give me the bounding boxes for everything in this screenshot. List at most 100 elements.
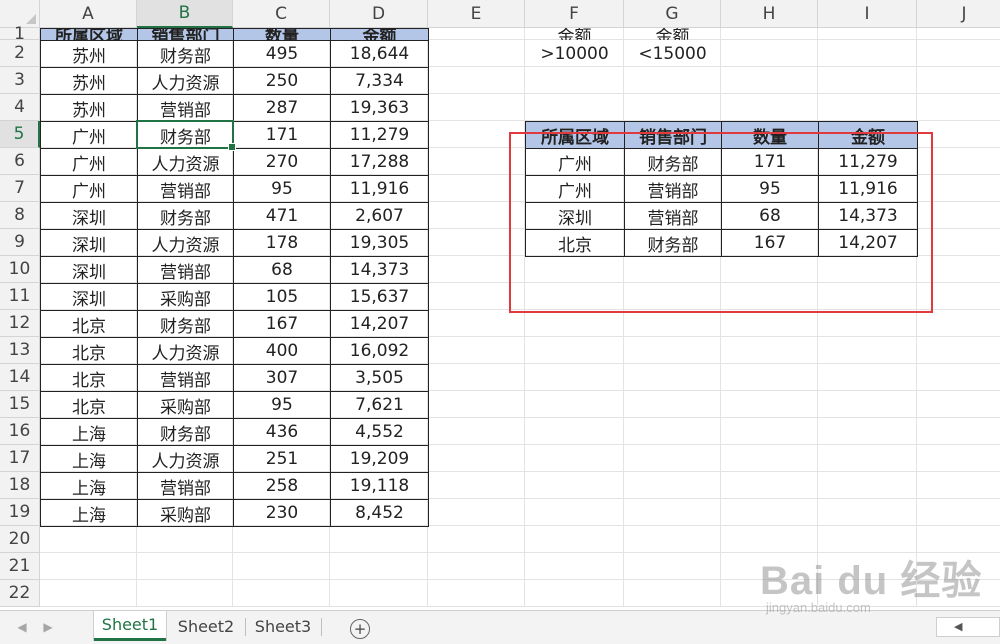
row-header-18[interactable]: 18 [0, 472, 40, 499]
grid-cell[interactable] [917, 337, 1000, 364]
grid-cell[interactable] [818, 472, 917, 499]
source-table-cell[interactable]: 北京 [40, 391, 138, 419]
row-header-6[interactable]: 6 [0, 148, 40, 175]
source-table-cell[interactable]: 人力资源 [137, 67, 234, 95]
tab-sheet1[interactable]: Sheet1 [94, 611, 166, 641]
source-table-cell[interactable]: 95 [233, 175, 331, 203]
source-table-cell[interactable]: 广州 [40, 148, 138, 176]
source-table-cell[interactable]: 财务部 [137, 418, 234, 446]
grid-cell[interactable] [233, 526, 330, 553]
result-table-cell[interactable]: 171 [721, 148, 819, 176]
grid-cell[interactable] [428, 67, 525, 94]
grid-cell[interactable] [428, 580, 525, 607]
grid-cell[interactable] [525, 67, 624, 94]
source-table-cell[interactable]: 上海 [40, 499, 138, 527]
result-table-header-cell[interactable]: 所属区域 [525, 121, 625, 149]
grid-cell[interactable] [525, 553, 624, 580]
grid-cell[interactable] [721, 391, 818, 418]
source-table-cell[interactable]: 19,118 [330, 472, 429, 500]
source-table-cell[interactable]: 7,621 [330, 391, 429, 419]
source-table-cell[interactable]: 270 [233, 148, 331, 176]
source-table-cell[interactable]: 258 [233, 472, 331, 500]
column-header-g[interactable]: G [624, 0, 721, 28]
source-table-cell[interactable]: 3,505 [330, 364, 429, 392]
grid-cell[interactable] [624, 310, 721, 337]
add-sheet-button[interactable]: + [350, 619, 370, 639]
source-table-cell[interactable]: 18,644 [330, 40, 429, 68]
spreadsheet-grid[interactable]: A B C D E F G H I J 1 2 3 4 5 6 7 8 9 10 11 12 13 14 15 16 17 18 19 2… [0, 0, 1000, 610]
grid-cell[interactable] [428, 391, 525, 418]
grid-cell[interactable] [428, 229, 525, 256]
result-table-cell[interactable]: 14,373 [818, 202, 918, 230]
row-header-10[interactable]: 10 [0, 256, 40, 283]
row-header-12[interactable]: 12 [0, 310, 40, 337]
row-header-21[interactable]: 21 [0, 553, 40, 580]
source-table-cell[interactable]: 105 [233, 283, 331, 311]
result-table-header-cell[interactable]: 数量 [721, 121, 819, 149]
row-header-11[interactable]: 11 [0, 283, 40, 310]
source-table-cell[interactable]: 307 [233, 364, 331, 392]
criteria-header-cell[interactable]: 金额 [525, 28, 624, 40]
grid-cell[interactable] [917, 229, 1000, 256]
next-sheet-icon[interactable]: ▶ [40, 619, 56, 635]
grid-cell[interactable] [428, 94, 525, 121]
source-table-cell[interactable]: 8,452 [330, 499, 429, 527]
grid-cell[interactable] [818, 67, 917, 94]
source-table-cell[interactable]: 230 [233, 499, 331, 527]
source-table-cell[interactable]: 171 [233, 121, 331, 149]
grid-cell[interactable] [818, 40, 917, 67]
grid-cell[interactable] [428, 445, 525, 472]
source-table-cell[interactable]: 2,607 [330, 202, 429, 230]
grid-cell[interactable] [818, 337, 917, 364]
source-table-cell[interactable]: 11,279 [330, 121, 429, 149]
row-header-20[interactable]: 20 [0, 526, 40, 553]
row-header-15[interactable]: 15 [0, 391, 40, 418]
row-header-5[interactable]: 5 [0, 121, 40, 148]
source-table-cell[interactable]: 广州 [40, 121, 138, 149]
result-table-cell[interactable]: 广州 [525, 175, 625, 203]
source-table-cell[interactable]: 178 [233, 229, 331, 257]
column-header-f[interactable]: F [525, 0, 624, 28]
row-header-17[interactable]: 17 [0, 445, 40, 472]
source-table-cell[interactable]: 营销部 [137, 472, 234, 500]
source-table-cell[interactable]: 7,334 [330, 67, 429, 95]
result-table-header-cell[interactable]: 金额 [818, 121, 918, 149]
grid-cell[interactable] [428, 256, 525, 283]
grid-cell[interactable] [624, 553, 721, 580]
grid-cell[interactable] [40, 580, 137, 607]
source-table-cell[interactable]: 436 [233, 418, 331, 446]
horizontal-scrollbar[interactable] [936, 617, 1000, 637]
grid-cell[interactable] [525, 391, 624, 418]
source-table-cell[interactable]: 95 [233, 391, 331, 419]
grid-cell[interactable] [721, 94, 818, 121]
grid-cell[interactable] [624, 283, 721, 310]
grid-cell[interactable] [818, 445, 917, 472]
grid-cell[interactable] [428, 364, 525, 391]
grid-cell[interactable] [917, 28, 1000, 40]
grid-cell[interactable] [330, 580, 428, 607]
grid-cell[interactable] [624, 499, 721, 526]
prev-sheet-icon[interactable]: ◀ [14, 619, 30, 635]
source-table-cell[interactable]: 251 [233, 445, 331, 473]
source-table-cell[interactable]: 400 [233, 337, 331, 365]
source-table-cell[interactable]: 财务部 [137, 40, 234, 68]
grid-cell[interactable] [428, 472, 525, 499]
result-table-cell[interactable]: 广州 [525, 148, 625, 176]
source-table-cell[interactable]: 14,373 [330, 256, 429, 284]
row-header-2[interactable]: 2 [0, 40, 40, 67]
source-table-cell[interactable]: 财务部 [137, 121, 234, 149]
grid-cell[interactable] [428, 310, 525, 337]
source-table-cell[interactable]: 苏州 [40, 94, 138, 122]
grid-cell[interactable] [721, 67, 818, 94]
grid-cell[interactable] [917, 310, 1000, 337]
criteria-value-cell[interactable]: >10000 [525, 40, 624, 67]
result-table-cell[interactable]: 167 [721, 229, 819, 257]
source-table-cell[interactable]: 68 [233, 256, 331, 284]
grid-cell[interactable] [624, 256, 721, 283]
grid-cell[interactable] [917, 121, 1000, 148]
result-table-cell[interactable]: 68 [721, 202, 819, 230]
grid-cell[interactable] [818, 364, 917, 391]
result-table-cell[interactable]: 财务部 [624, 148, 722, 176]
grid-cell[interactable] [721, 553, 818, 580]
grid-cell[interactable] [818, 310, 917, 337]
